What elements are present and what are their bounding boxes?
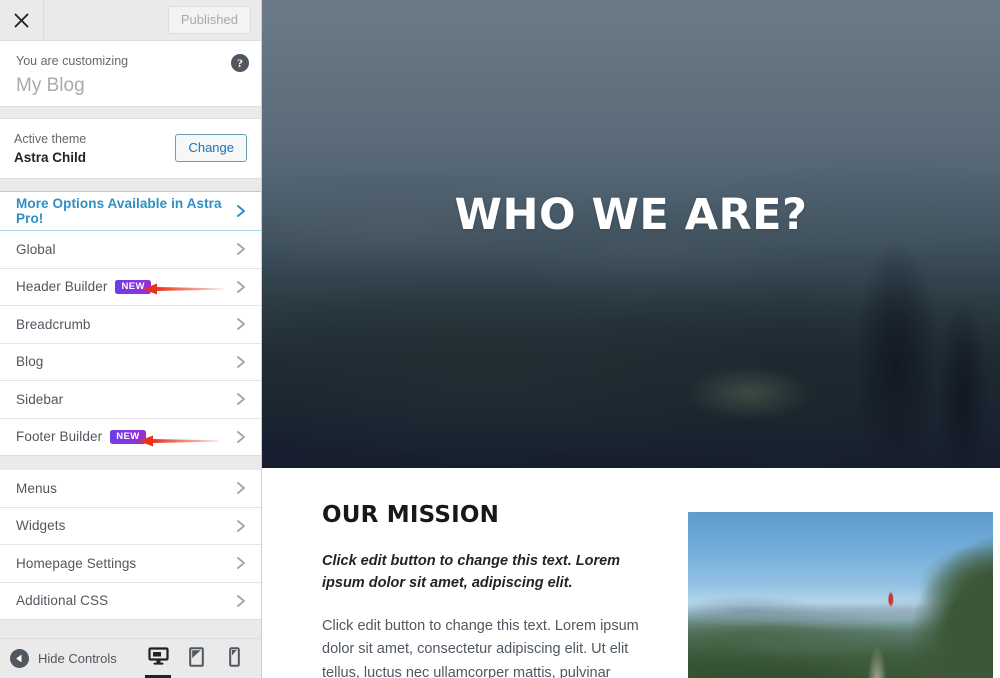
mission-text-column: OUR MISSION Click edit button to change … [322,502,652,678]
chevron-right-icon [235,594,247,608]
mission-section: OUR MISSION Click edit button to change … [262,468,1000,678]
sidebar-item-footer-builder[interactable]: Footer Builder NEW [0,418,261,456]
sidebar-item-astra-pro[interactable]: More Options Available in Astra Pro! [0,191,261,231]
mission-lead-text: Click edit button to change this text. L… [322,553,621,592]
hero-title: WHO WE ARE? [454,190,808,240]
chevron-right-icon [235,519,247,533]
sidebar-item-label: Homepage Settings [16,555,137,571]
device-button-mobile[interactable] [215,639,253,678]
sidebar-item-label: Global [16,241,56,257]
new-badge: NEW [115,279,151,294]
sidebar-item-widgets[interactable]: Widgets [0,507,261,545]
customizer-panel-list: More Options Available in Astra Pro! Glo… [0,191,261,638]
publish-button[interactable]: Published [167,5,251,35]
chevron-right-icon [235,204,247,218]
chevron-right-icon [235,556,247,570]
sidebar-item-breadcrumb[interactable]: Breadcrumb [0,306,261,344]
customizer-app: Published You are customizing My Blog ? … [0,0,1000,678]
mission-heading: OUR MISSION [322,502,500,528]
desktop-icon [147,647,169,671]
sidebar-item-blog[interactable]: Blog [0,343,261,381]
sidebar-item-label: Sidebar [16,391,64,407]
mission-body-text: Click edit button to change this text. L… [322,617,639,678]
panel-divider-3 [0,456,261,470]
hide-controls-label: Hide Controls [38,651,117,666]
panel-group-primary: Global Header Builder NEW Breadcrumb Blo… [0,231,261,456]
mission-image [688,512,993,678]
customizing-info-panel: You are customizing My Blog ? [0,41,261,107]
sidebar-item-header-builder[interactable]: Header Builder NEW [0,268,261,306]
active-theme-label: Active theme [14,131,87,146]
change-theme-button[interactable]: Change [175,133,247,163]
mobile-icon [228,646,240,672]
customizer-sidebar: Published You are customizing My Blog ? … [0,0,262,678]
hero-section: WHO WE ARE? [262,0,1000,468]
sidebar-item-homepage-settings[interactable]: Homepage Settings [0,545,261,583]
help-icon[interactable]: ? [231,54,249,72]
customizer-footer-bar: Hide Controls [0,638,261,678]
chevron-right-icon [235,392,247,406]
close-customizer-button[interactable] [0,0,44,40]
sidebar-item-label: Header Builder [16,279,108,295]
sidebar-item-label: Widgets [16,518,66,534]
mission-image-column [688,502,993,678]
device-button-tablet[interactable] [177,639,215,678]
sidebar-item-global[interactable]: Global [0,231,261,269]
chevron-right-icon [235,430,247,444]
sidebar-item-additional-css[interactable]: Additional CSS [0,582,261,620]
active-theme-text: Active theme Astra Child [14,131,86,166]
site-preview-pane[interactable]: WHO WE ARE? OUR MISSION Click edit butto… [262,0,1000,678]
mission-image-photo [688,512,993,678]
chevron-right-icon [235,481,247,495]
site-title: My Blog [16,74,85,96]
chevron-right-icon [235,242,247,256]
sidebar-item-sidebar[interactable]: Sidebar [0,381,261,419]
astra-pro-label: More Options Available in Astra Pro! [16,196,222,226]
sidebar-item-menus[interactable]: Menus [0,470,261,508]
sidebar-item-label: Footer Builder [16,429,103,445]
active-theme-row: Active theme Astra Child Change [0,119,261,179]
panel-divider-2 [0,179,261,191]
sidebar-item-label: Blog [16,354,44,370]
panel-divider-1 [0,107,261,119]
chevron-right-icon [235,317,247,331]
chevron-right-icon [235,280,247,294]
close-icon [14,13,29,28]
collapse-left-icon [10,649,29,668]
panel-group-secondary: Menus Widgets Homepage Settings Addition… [0,470,261,620]
customizing-label: You are customizing [16,54,129,68]
active-theme-name: Astra Child [14,150,87,166]
customizer-topbar: Published [0,0,261,41]
sidebar-item-label: Breadcrumb [16,316,91,332]
chevron-right-icon [235,355,247,369]
tablet-icon [188,646,204,672]
sidebar-item-label: Menus [16,480,58,496]
device-button-desktop[interactable] [139,639,177,678]
device-preview-switcher [139,639,253,678]
sidebar-item-label: Additional CSS [16,593,109,609]
hide-controls-button[interactable]: Hide Controls [10,649,117,668]
new-badge: NEW [110,429,146,444]
